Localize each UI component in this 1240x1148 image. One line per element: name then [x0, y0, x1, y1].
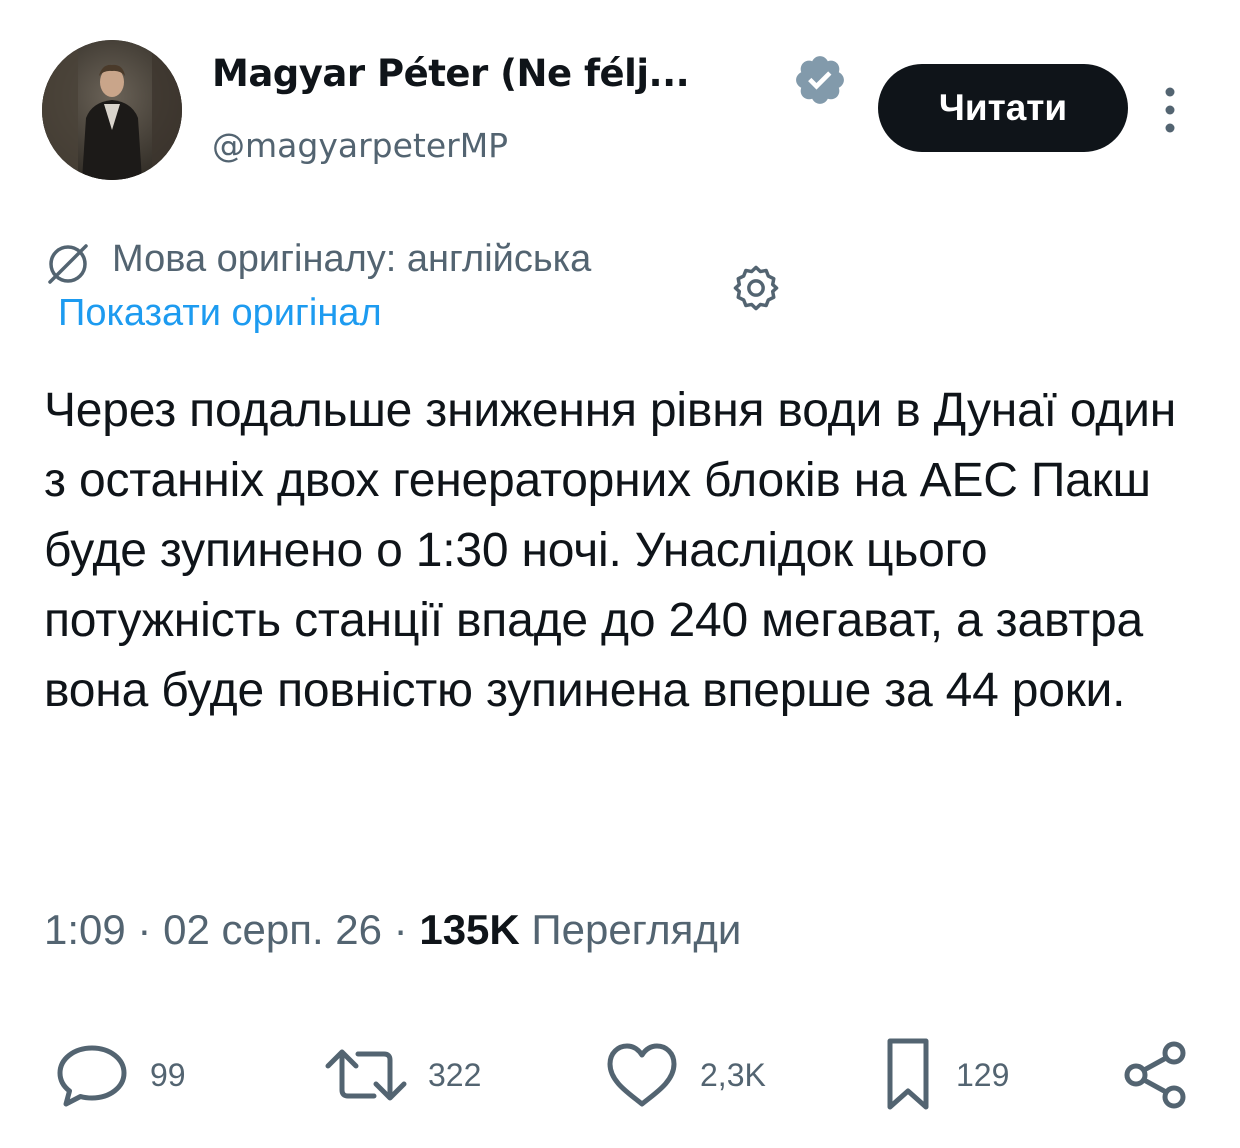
globe-icon [48, 244, 88, 284]
share-button[interactable] [1118, 1030, 1194, 1120]
reply-icon [57, 1045, 127, 1107]
like-button[interactable]: 2,3K [602, 1030, 766, 1120]
tweet-text: Через подальше зниження рівня води в Дун… [44, 384, 1177, 717]
tweet-date[interactable]: 02 серп. 26 [163, 906, 382, 953]
like-count: 2,3K [700, 1056, 766, 1093]
author-handle[interactable]: @magyarpeterMP [212, 126, 508, 165]
views-label[interactable]: Перегляди [531, 906, 741, 953]
author-display-name[interactable]: Magyar Péter (Ne félj... [212, 52, 690, 95]
bookmark-icon [887, 1038, 929, 1110]
retweet-icon [325, 1049, 407, 1101]
share-icon [1124, 1041, 1186, 1109]
meta-separator: · [137, 906, 152, 953]
views-count[interactable]: 135K [419, 906, 519, 953]
action-bar: 99 322 2,3K 129 [0, 1030, 1240, 1120]
tweet: Magyar Péter (Ne félj... @magyarpeterMP … [0, 0, 1240, 1148]
verified-badge-icon [796, 56, 844, 104]
avatar[interactable] [42, 40, 182, 180]
tweet-meta: 1:09 · 02 серп. 26 · 135K Перегляди [44, 906, 741, 954]
reply-count: 99 [150, 1056, 186, 1093]
show-original-link[interactable]: Показати оригінал [58, 292, 382, 335]
more-vertical-icon[interactable] [1150, 80, 1190, 140]
bookmark-button[interactable]: 129 [878, 1030, 1009, 1120]
translation-note: Мова оригіналу: англійська [112, 238, 592, 280]
gear-icon[interactable] [730, 262, 782, 314]
avatar-photo [42, 40, 182, 180]
bookmark-count: 129 [956, 1056, 1010, 1093]
reply-button[interactable]: 99 [52, 1030, 186, 1120]
retweet-button[interactable]: 322 [322, 1030, 481, 1120]
follow-button[interactable]: Читати [878, 64, 1128, 152]
tweet-time[interactable]: 1:09 [44, 906, 126, 953]
meta-separator: · [393, 906, 408, 953]
retweet-count: 322 [428, 1056, 482, 1093]
heart-icon [607, 1043, 677, 1107]
